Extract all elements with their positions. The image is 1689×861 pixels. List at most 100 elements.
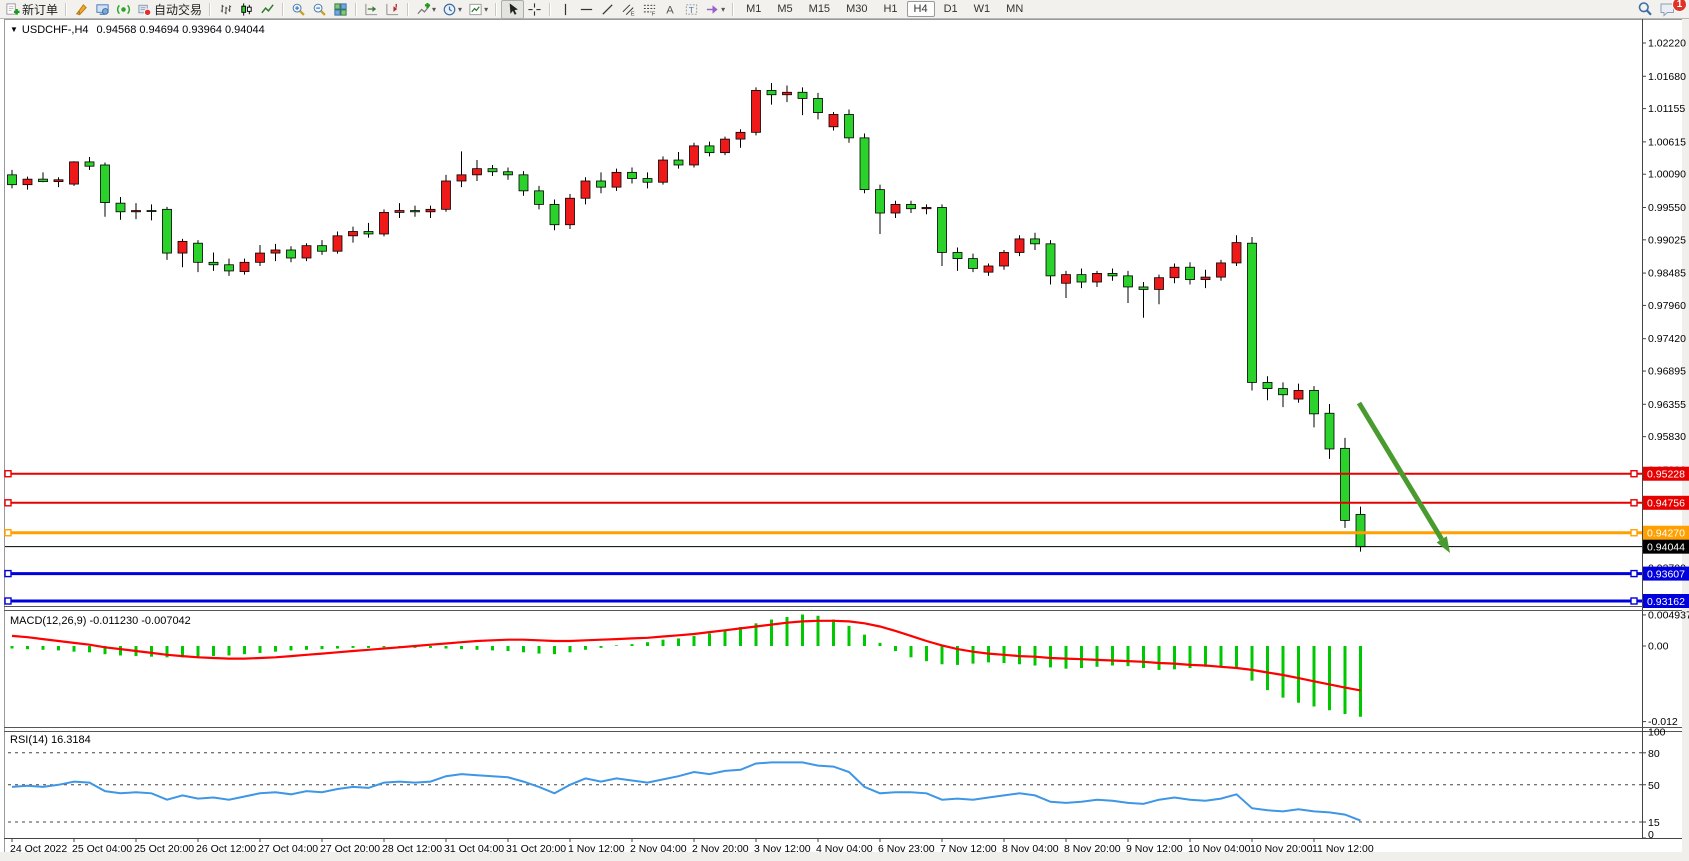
candle-body[interactable] [85, 162, 94, 166]
candle-body[interactable] [1201, 277, 1210, 279]
timeframe-button-mn[interactable]: MN [999, 1, 1030, 17]
candle-body[interactable] [411, 211, 420, 212]
auto-trading-button[interactable]: 自动交易 [134, 1, 205, 18]
candle-body[interactable] [1015, 239, 1024, 253]
candle-body[interactable] [1077, 275, 1086, 282]
candle-body[interactable] [876, 190, 885, 213]
candle-body[interactable] [535, 191, 544, 205]
candle-body[interactable] [101, 165, 110, 203]
candle-body[interactable] [1124, 276, 1133, 287]
candle-body[interactable] [628, 172, 637, 178]
candle-body[interactable] [1341, 448, 1350, 520]
candle-body[interactable] [659, 160, 668, 182]
candle-body[interactable] [1093, 273, 1102, 282]
chart-shift-button[interactable] [361, 1, 382, 18]
timeframe-button-h1[interactable]: H1 [876, 1, 904, 17]
candle-body[interactable] [1279, 389, 1288, 395]
candle-body[interactable] [752, 90, 761, 132]
candle-body[interactable] [39, 179, 48, 181]
shapes-tool-button[interactable]: ▾ [702, 1, 728, 18]
candle-body[interactable] [597, 181, 606, 187]
candle-body[interactable] [178, 241, 187, 253]
chart-collapse-icon[interactable]: ▼ [10, 25, 18, 34]
candle-body[interactable] [1310, 390, 1319, 413]
candle-body[interactable] [504, 172, 513, 175]
candle-body[interactable] [783, 92, 792, 94]
candle-body[interactable] [457, 175, 466, 181]
candle-body[interactable] [442, 181, 451, 209]
market-depth-button[interactable] [71, 1, 92, 18]
line-handle[interactable] [1631, 598, 1637, 604]
candle-body[interactable] [1325, 413, 1334, 449]
candle-body[interactable] [54, 180, 63, 182]
trendline-tool-button[interactable] [597, 1, 618, 18]
candle-body[interactable] [23, 179, 32, 185]
bar-chart-button[interactable] [215, 1, 236, 18]
candle-body[interactable] [566, 198, 575, 224]
candle-body[interactable] [767, 90, 776, 94]
timeframe-button-m5[interactable]: M5 [770, 1, 799, 17]
candle-body[interactable] [1248, 243, 1257, 382]
candle-body[interactable] [1263, 382, 1272, 388]
candle-body[interactable] [922, 207, 931, 208]
candle-body[interactable] [643, 179, 652, 183]
market-watch-button[interactable] [92, 1, 113, 18]
candle-body[interactable] [132, 211, 141, 212]
candle-body[interactable] [116, 203, 125, 212]
candle-body[interactable] [814, 98, 823, 112]
line-handle[interactable] [5, 471, 11, 477]
candle-body[interactable] [364, 232, 373, 234]
candle-body[interactable] [287, 250, 296, 258]
channel-tool-button[interactable]: E [618, 1, 639, 18]
candle-body[interactable] [938, 207, 947, 252]
auto-scroll-button[interactable] [382, 1, 403, 18]
text-label-tool-button[interactable]: T [681, 1, 702, 18]
line-handle[interactable] [1631, 571, 1637, 577]
candle-body[interactable] [1155, 278, 1164, 290]
candle-body[interactable] [1062, 275, 1071, 284]
candle-body[interactable] [907, 204, 916, 208]
candle-body[interactable] [969, 259, 978, 269]
candle-body[interactable] [209, 262, 218, 264]
candle-body[interactable] [1294, 390, 1303, 399]
candle-body[interactable] [318, 246, 327, 252]
candle-body[interactable] [1217, 263, 1226, 277]
candle-body[interactable] [1356, 514, 1365, 546]
line-handle[interactable] [5, 500, 11, 506]
candle-body[interactable] [845, 114, 854, 137]
line-handle[interactable] [5, 530, 11, 536]
candle-body[interactable] [550, 204, 559, 224]
candle-body[interactable] [1031, 239, 1040, 244]
candle-body[interactable] [271, 250, 280, 253]
candle-body[interactable] [240, 262, 249, 271]
candle-body[interactable] [674, 160, 683, 165]
notification-badge[interactable]: 1 [1672, 0, 1687, 12]
horizontal-line-tool-button[interactable] [576, 1, 597, 18]
candle-body[interactable] [8, 175, 17, 185]
candle-body[interactable] [473, 169, 482, 175]
line-handle[interactable] [5, 598, 11, 604]
tile-windows-button[interactable] [330, 1, 351, 18]
timeframe-button-m15[interactable]: M15 [802, 1, 837, 17]
candle-body[interactable] [829, 114, 838, 126]
line-chart-button[interactable] [257, 1, 278, 18]
candle-body[interactable] [147, 211, 156, 212]
signal-button[interactable] [113, 1, 134, 18]
candle-body[interactable] [798, 92, 807, 98]
candle-body[interactable] [984, 266, 993, 272]
candle-body[interactable] [705, 146, 714, 153]
timeframe-button-m1[interactable]: M1 [739, 1, 768, 17]
candle-body[interactable] [1232, 243, 1241, 263]
chart-canvas[interactable]: 1.022201.016801.011551.006151.000900.995… [0, 19, 1689, 861]
indicators-button[interactable]: ▾ [413, 1, 439, 18]
candle-body[interactable] [333, 236, 342, 251]
templates-button[interactable]: ▾ [465, 1, 491, 18]
timeframe-button-m30[interactable]: M30 [839, 1, 874, 17]
candle-body[interactable] [1170, 267, 1179, 277]
candle-body[interactable] [349, 232, 358, 236]
candle-body[interactable] [395, 211, 404, 213]
new-order-button[interactable]: 新订单 [2, 1, 61, 18]
fibonacci-tool-button[interactable]: F [639, 1, 660, 18]
candle-body[interactable] [581, 181, 590, 198]
cursor-tool-button[interactable] [501, 0, 524, 19]
